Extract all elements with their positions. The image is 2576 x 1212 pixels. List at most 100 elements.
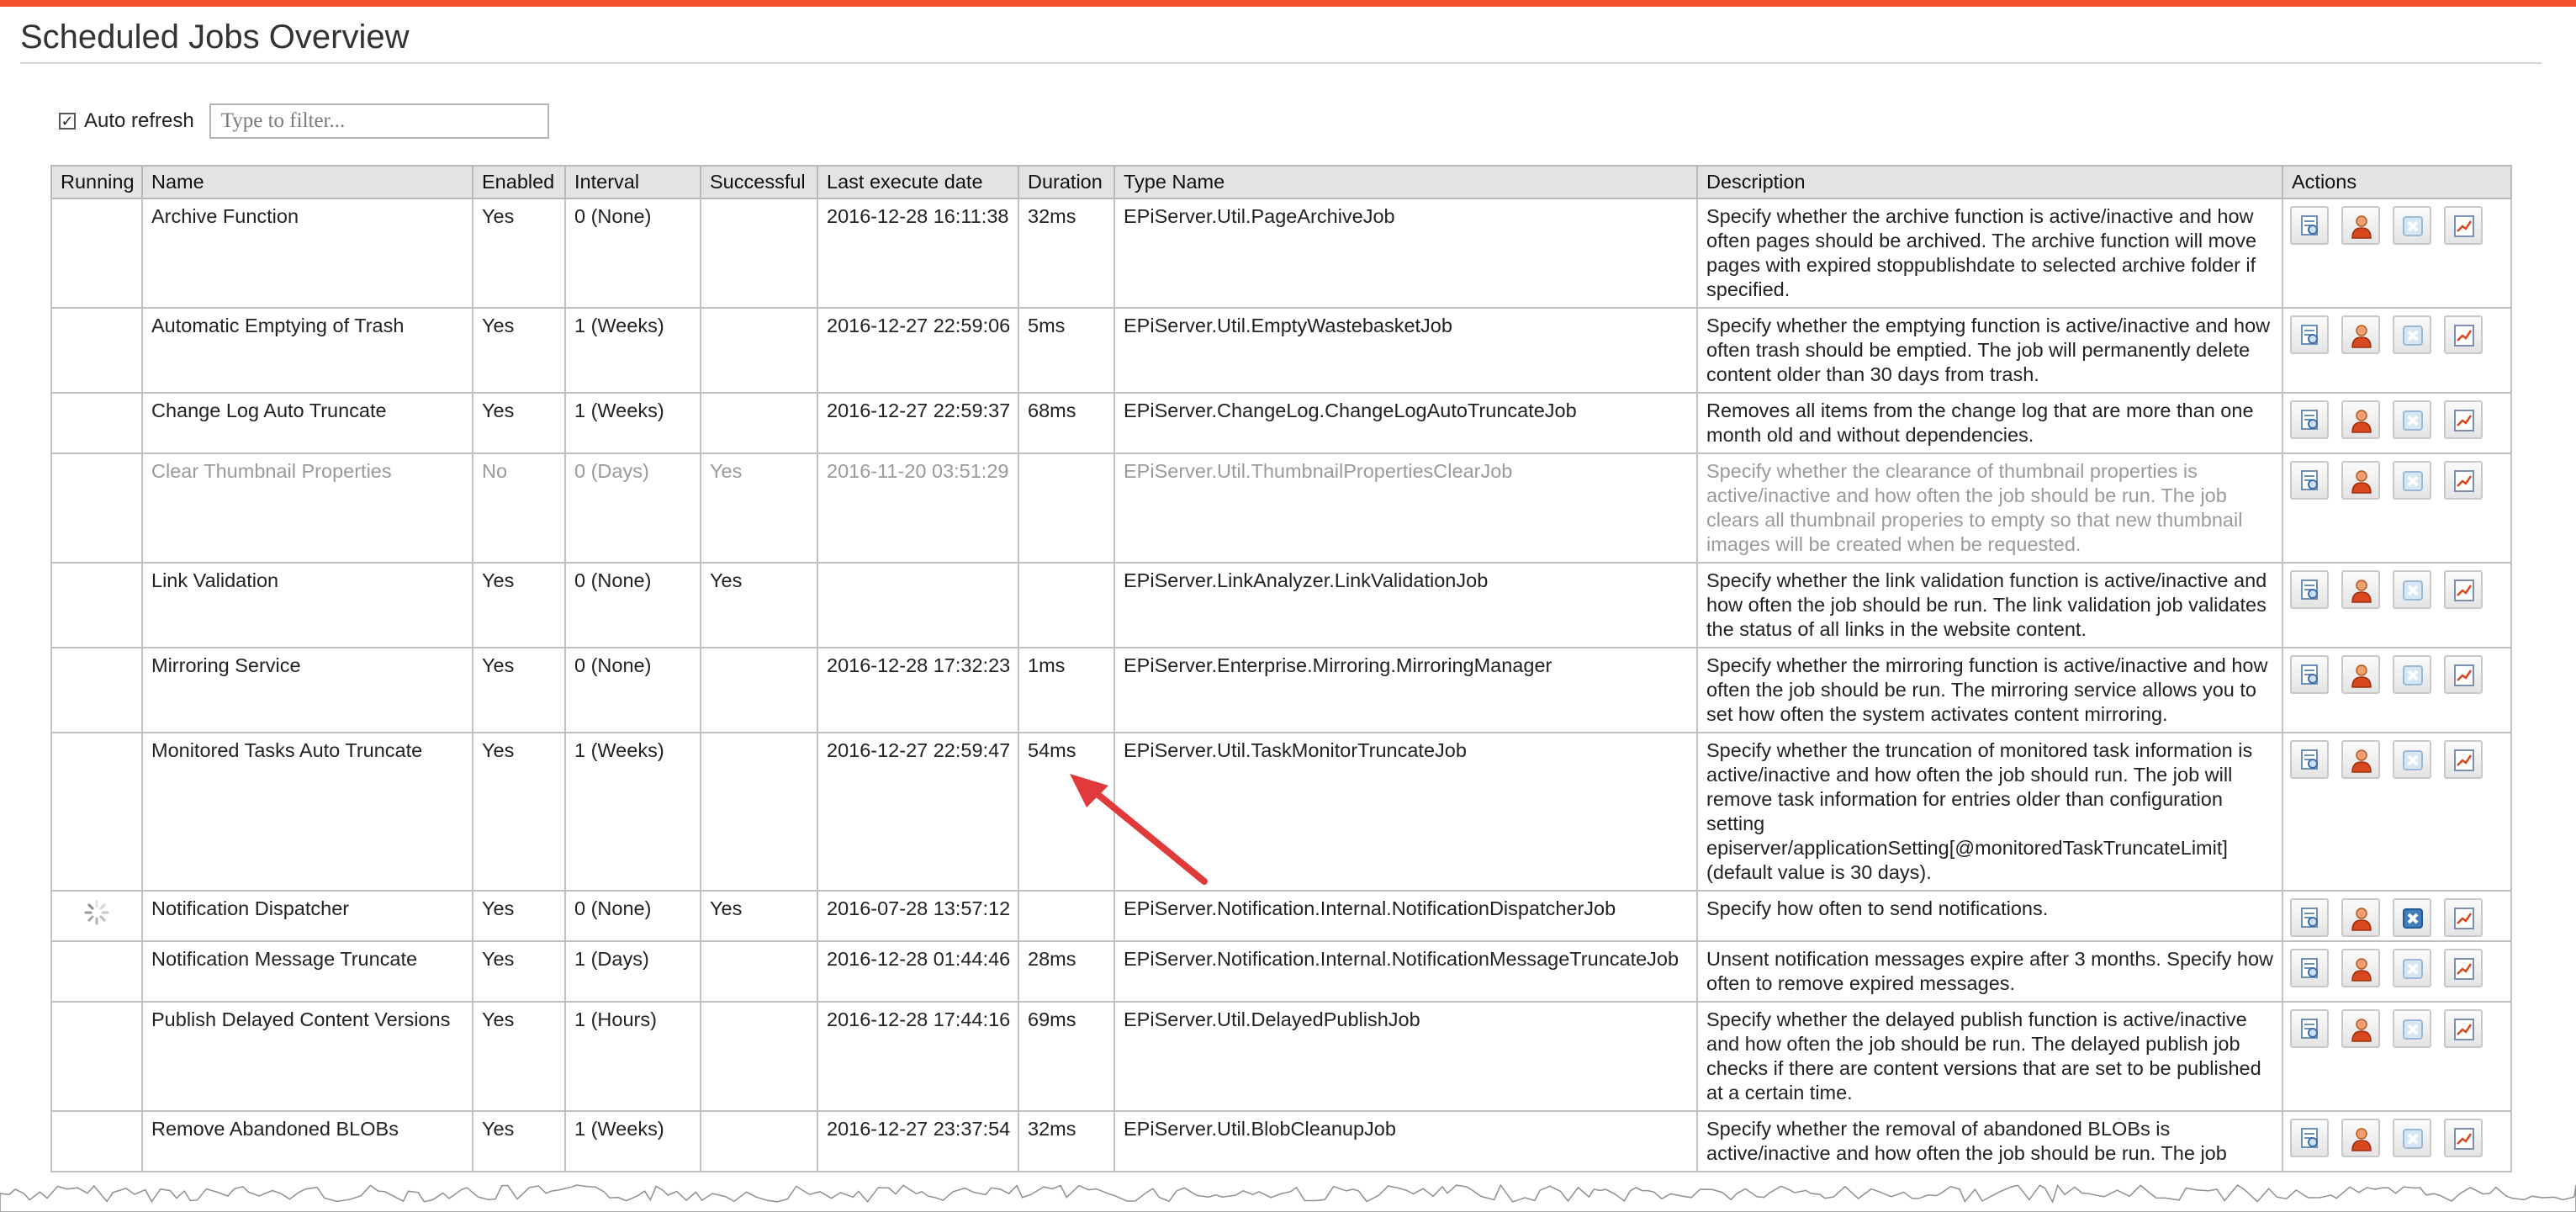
view-log-button[interactable]: [2444, 655, 2483, 694]
run-as-user-button[interactable]: [2341, 655, 2380, 694]
col-header-name[interactable]: Name: [141, 165, 473, 199]
table-row[interactable]: Monitored Tasks Auto Truncate Yes 1 (Weeks…: [50, 733, 2512, 892]
user-icon: [2351, 664, 2372, 688]
log-chart-icon: [2454, 215, 2474, 237]
toolbar: ✓ Auto refresh: [59, 103, 549, 140]
job-interval: 1 (Days): [564, 941, 701, 1003]
details-button[interactable]: [2290, 1009, 2329, 1048]
job-successful: [700, 1002, 818, 1112]
job-enabled: Yes: [472, 563, 566, 648]
job-interval: 1 (Hours): [564, 1002, 701, 1112]
stop-icon: [2403, 471, 2423, 491]
details-button[interactable]: [2290, 949, 2329, 987]
job-enabled: Yes: [472, 733, 566, 892]
stop-button[interactable]: [2393, 1009, 2431, 1048]
stop-button[interactable]: [2393, 400, 2431, 439]
col-header-running[interactable]: Running: [50, 165, 143, 199]
col-header-duration[interactable]: Duration: [1018, 165, 1115, 199]
view-log-button[interactable]: [2444, 949, 2483, 987]
job-interval: 0 (Days): [564, 453, 701, 564]
details-button[interactable]: [2290, 570, 2329, 609]
table-row[interactable]: Publish Delayed Content Versions Yes 1 (Ho…: [50, 1002, 2512, 1112]
table-row[interactable]: Link Validation Yes 0 (None) Yes EPiServer.L…: [50, 563, 2512, 648]
stop-button[interactable]: [2393, 461, 2431, 500]
log-chart-icon: [2454, 958, 2474, 980]
details-button[interactable]: [2290, 655, 2329, 694]
run-as-user-button[interactable]: [2341, 400, 2380, 439]
details-button[interactable]: [2290, 461, 2329, 500]
job-successful: Yes: [700, 453, 818, 564]
details-button[interactable]: [2290, 740, 2329, 779]
stop-button[interactable]: [2393, 315, 2431, 354]
table-row[interactable]: Change Log Auto Truncate Yes 1 (Weeks) 2016…: [50, 393, 2512, 454]
job-actions: [2282, 1002, 2512, 1112]
details-button[interactable]: [2290, 206, 2329, 245]
details-icon: [2301, 580, 2318, 600]
stop-button[interactable]: [2393, 570, 2431, 609]
view-log-button[interactable]: [2444, 898, 2483, 937]
job-actions: [2282, 941, 2512, 1003]
stop-button[interactable]: [2393, 949, 2431, 987]
view-log-button[interactable]: [2444, 740, 2483, 779]
view-log-button[interactable]: [2444, 1009, 2483, 1048]
job-description: Specify whether the delayed publish func…: [1696, 1002, 2283, 1112]
view-log-button[interactable]: [2444, 400, 2483, 439]
job-interval: 0 (None): [564, 563, 701, 648]
auto-refresh-label[interactable]: Auto refresh: [84, 109, 194, 133]
run-as-user-button[interactable]: [2341, 1009, 2380, 1048]
stop-button[interactable]: [2393, 740, 2431, 779]
job-actions: [2282, 453, 2512, 564]
view-log-button[interactable]: [2444, 461, 2483, 500]
details-button[interactable]: [2290, 315, 2329, 354]
job-successful: Yes: [700, 891, 818, 942]
col-header-last-execute[interactable]: Last execute date: [817, 165, 1019, 199]
stop-button[interactable]: [2393, 206, 2431, 245]
view-log-button[interactable]: [2444, 315, 2483, 354]
job-name: Remove Abandoned BLOBs: [141, 1111, 473, 1172]
col-header-enabled[interactable]: Enabled: [472, 165, 566, 199]
job-duration: 5ms: [1018, 308, 1115, 394]
run-as-user-button[interactable]: [2341, 461, 2380, 500]
details-button[interactable]: [2290, 1119, 2329, 1157]
col-header-type-name[interactable]: Type Name: [1113, 165, 1698, 199]
stop-button[interactable]: [2393, 1119, 2431, 1157]
view-log-button[interactable]: [2444, 1119, 2483, 1157]
run-as-user-button[interactable]: [2341, 315, 2380, 354]
details-button[interactable]: [2290, 400, 2329, 439]
job-duration: 1ms: [1018, 648, 1115, 733]
stop-button[interactable]: [2393, 898, 2431, 937]
job-running: [50, 1002, 143, 1112]
job-enabled: Yes: [472, 891, 566, 942]
filter-input[interactable]: [209, 103, 549, 139]
job-successful: [700, 941, 818, 1003]
job-name: Monitored Tasks Auto Truncate: [141, 733, 473, 892]
col-header-successful[interactable]: Successful: [700, 165, 818, 199]
details-button[interactable]: [2290, 898, 2329, 937]
view-log-button[interactable]: [2444, 206, 2483, 245]
table-row[interactable]: Notification Dispatcher Yes 0 (None) Yes 201…: [50, 891, 2512, 942]
job-last-execute: 2016-12-28 17:44:16: [817, 1002, 1019, 1112]
col-header-description[interactable]: Description: [1696, 165, 2283, 199]
table-row[interactable]: Automatic Emptying of Trash Yes 1 (Weeks) 2…: [50, 308, 2512, 394]
table-row[interactable]: Archive Function Yes 0 (None) 2016-12-28 16…: [50, 198, 2512, 309]
view-log-button[interactable]: [2444, 570, 2483, 609]
run-as-user-button[interactable]: [2341, 570, 2380, 609]
user-icon: [2351, 1019, 2372, 1042]
table-row[interactable]: Clear Thumbnail Properties No 0 (Days) Yes 2…: [50, 453, 2512, 564]
run-as-user-button[interactable]: [2341, 206, 2380, 245]
table-row[interactable]: Mirroring Service Yes 0 (None) 2016-12-28 1…: [50, 648, 2512, 733]
job-name: Archive Function: [141, 198, 473, 309]
stop-button[interactable]: [2393, 655, 2431, 694]
table-row[interactable]: Notification Message Truncate Yes 1 (Days)…: [50, 941, 2512, 1003]
auto-refresh-checkbox[interactable]: ✓: [59, 113, 76, 130]
job-duration: [1018, 453, 1115, 564]
user-icon: [2351, 580, 2372, 603]
table-row[interactable]: Remove Abandoned BLOBs Yes 1 (Weeks) 2016-1…: [50, 1111, 2512, 1172]
run-as-user-button[interactable]: [2341, 740, 2380, 779]
col-header-interval[interactable]: Interval: [564, 165, 701, 199]
job-last-execute: [817, 563, 1019, 648]
run-as-user-button[interactable]: [2341, 949, 2380, 987]
job-enabled: No: [472, 453, 566, 564]
run-as-user-button[interactable]: [2341, 898, 2380, 937]
run-as-user-button[interactable]: [2341, 1119, 2380, 1157]
